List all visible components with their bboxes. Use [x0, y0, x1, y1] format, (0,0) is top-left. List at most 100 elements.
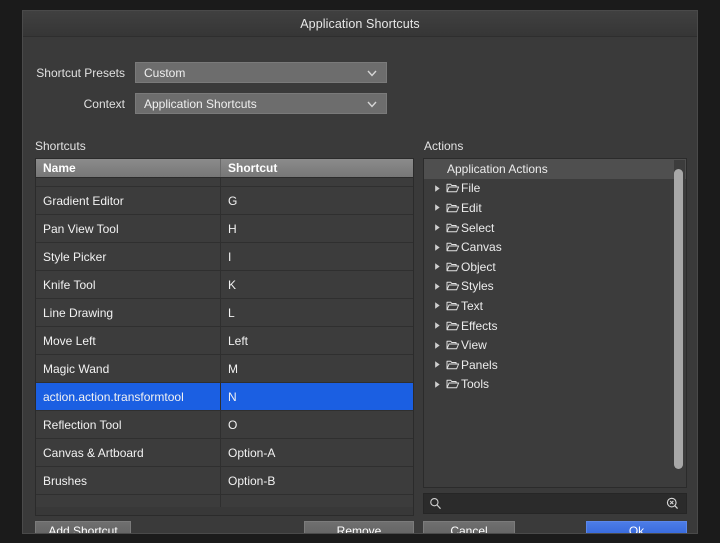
shortcut-name-cell: Brushes: [36, 467, 221, 494]
actions-caption: Actions: [424, 139, 464, 153]
shortcut-presets-dropdown[interactable]: Custom: [135, 62, 387, 83]
table-row[interactable]: action.action.transformtool N: [36, 383, 413, 411]
remove-button[interactable]: Remove: [304, 521, 414, 533]
dialog-titlebar: Application Shortcuts: [23, 11, 697, 37]
folder-icon: [444, 202, 461, 214]
triangle-right-icon[interactable]: [430, 262, 444, 271]
shortcut-key-cell: O: [228, 417, 238, 432]
dialog-title: Application Shortcuts: [300, 16, 420, 31]
table-row[interactable]: [36, 178, 413, 187]
table-row[interactable]: Canvas & Artboard Option-A: [36, 439, 413, 467]
tree-item[interactable]: View: [424, 335, 686, 355]
add-shortcut-button[interactable]: Add Shortcut: [35, 521, 131, 533]
context-label: Context: [83, 96, 125, 111]
tree-item-label: Object: [461, 259, 496, 274]
folder-icon: [444, 241, 461, 253]
table-row[interactable]: Style Picker I: [36, 243, 413, 271]
triangle-right-icon[interactable]: [430, 341, 444, 350]
table-row[interactable]: Line Drawing L: [36, 299, 413, 327]
shortcut-presets-value: Custom: [144, 65, 186, 80]
table-row[interactable]: Brushes Option-B: [36, 467, 413, 495]
search-clear-icon[interactable]: [665, 496, 681, 511]
triangle-right-icon[interactable]: [430, 203, 444, 212]
tree-item[interactable]: Edit: [424, 198, 686, 218]
column-header-name[interactable]: Name: [36, 159, 221, 177]
tree-item-label: Styles: [461, 279, 494, 294]
folder-icon: [444, 280, 461, 292]
tree-item-label: Canvas: [461, 240, 502, 255]
tree-root-application-actions[interactable]: Application Actions: [424, 159, 686, 179]
shortcut-key-cell: Left: [228, 333, 249, 348]
shortcut-name-cell: Knife Tool: [36, 271, 221, 298]
table-row[interactable]: Pan View Tool H: [36, 215, 413, 243]
shortcuts-table[interactable]: Name Shortcut Gradient Editor G Pan View T…: [35, 158, 414, 516]
shortcut-name-cell: Magic Wand: [36, 355, 221, 382]
folder-icon: [444, 261, 461, 273]
tree-item-label: Select: [461, 220, 495, 235]
shortcut-presets-label: Shortcut Presets: [36, 65, 125, 80]
shortcut-key-cell: N: [228, 389, 237, 404]
shortcut-key-cell: M: [228, 361, 238, 376]
tree-item[interactable]: Styles: [424, 277, 686, 297]
shortcut-key-cell: L: [228, 305, 235, 320]
table-row[interactable]: [36, 495, 413, 507]
table-row[interactable]: Reflection Tool O: [36, 411, 413, 439]
actions-search-bar[interactable]: [423, 493, 687, 514]
shortcut-name-cell: Pan View Tool: [36, 215, 221, 242]
tree-item[interactable]: Text: [424, 296, 686, 316]
triangle-right-icon[interactable]: [430, 282, 444, 291]
cancel-button[interactable]: Cancel: [423, 521, 515, 533]
tree-item-label: File: [461, 181, 481, 196]
folder-icon: [444, 378, 461, 390]
shortcut-key-cell: Option-A: [228, 445, 276, 460]
context-dropdown[interactable]: Application Shortcuts: [135, 93, 387, 114]
actions-scrollbar-thumb[interactable]: [674, 169, 683, 469]
tree-item[interactable]: Panels: [424, 355, 686, 375]
table-row[interactable]: Move Left Left: [36, 327, 413, 355]
folder-icon: [444, 222, 461, 234]
triangle-right-icon[interactable]: [430, 380, 444, 389]
shortcut-name-cell: Move Left: [36, 327, 221, 354]
search-input[interactable]: [444, 496, 665, 511]
shortcut-name-cell: action.action.transformtool: [36, 383, 221, 410]
actions-tree[interactable]: Application Actions File Edit Select Canvas…: [423, 158, 687, 488]
tree-item[interactable]: Canvas: [424, 237, 686, 257]
shortcut-key-cell: K: [228, 277, 237, 292]
triangle-right-icon[interactable]: [430, 301, 444, 310]
folder-icon: [444, 182, 461, 194]
folder-icon: [444, 300, 461, 312]
search-icon: [429, 497, 444, 510]
shortcut-key-cell: Option-B: [228, 473, 276, 488]
actions-scrollbar-track[interactable]: [674, 160, 685, 487]
tree-item[interactable]: Effects: [424, 316, 686, 336]
tree-item-label: Tools: [461, 377, 490, 392]
shortcut-name-cell: Canvas & Artboard: [36, 439, 221, 466]
table-row[interactable]: Magic Wand M: [36, 355, 413, 383]
shortcut-name-cell: Style Picker: [36, 243, 221, 270]
tree-item-label: Effects: [461, 318, 498, 333]
tree-item-label: Text: [461, 298, 484, 313]
triangle-right-icon[interactable]: [430, 184, 444, 193]
triangle-right-icon[interactable]: [430, 360, 444, 369]
chevron-down-icon: [366, 67, 378, 79]
triangle-right-icon[interactable]: [430, 321, 444, 330]
folder-icon: [444, 320, 461, 332]
tree-item[interactable]: Object: [424, 257, 686, 277]
folder-icon: [444, 339, 461, 351]
table-row[interactable]: Knife Tool K: [36, 271, 413, 299]
tree-item-label: Panels: [461, 357, 498, 372]
column-header-shortcut[interactable]: Shortcut: [221, 159, 413, 177]
chevron-down-icon: [366, 98, 378, 110]
tree-item[interactable]: File: [424, 179, 686, 199]
dialog-body: Shortcut Presets Custom Context Applicat…: [23, 37, 697, 533]
triangle-right-icon[interactable]: [430, 223, 444, 232]
shortcuts-table-header: Name Shortcut: [36, 159, 413, 178]
tree-item[interactable]: Select: [424, 218, 686, 238]
tree-item[interactable]: Tools: [424, 375, 686, 395]
shortcut-key-cell: H: [228, 221, 237, 236]
ok-button[interactable]: Ok: [586, 521, 687, 533]
shortcut-presets-row: Shortcut Presets Custom: [23, 62, 395, 83]
triangle-right-icon[interactable]: [430, 243, 444, 252]
application-shortcuts-dialog: Application Shortcuts Shortcut Presets C…: [22, 10, 698, 534]
table-row[interactable]: Gradient Editor G: [36, 187, 413, 215]
